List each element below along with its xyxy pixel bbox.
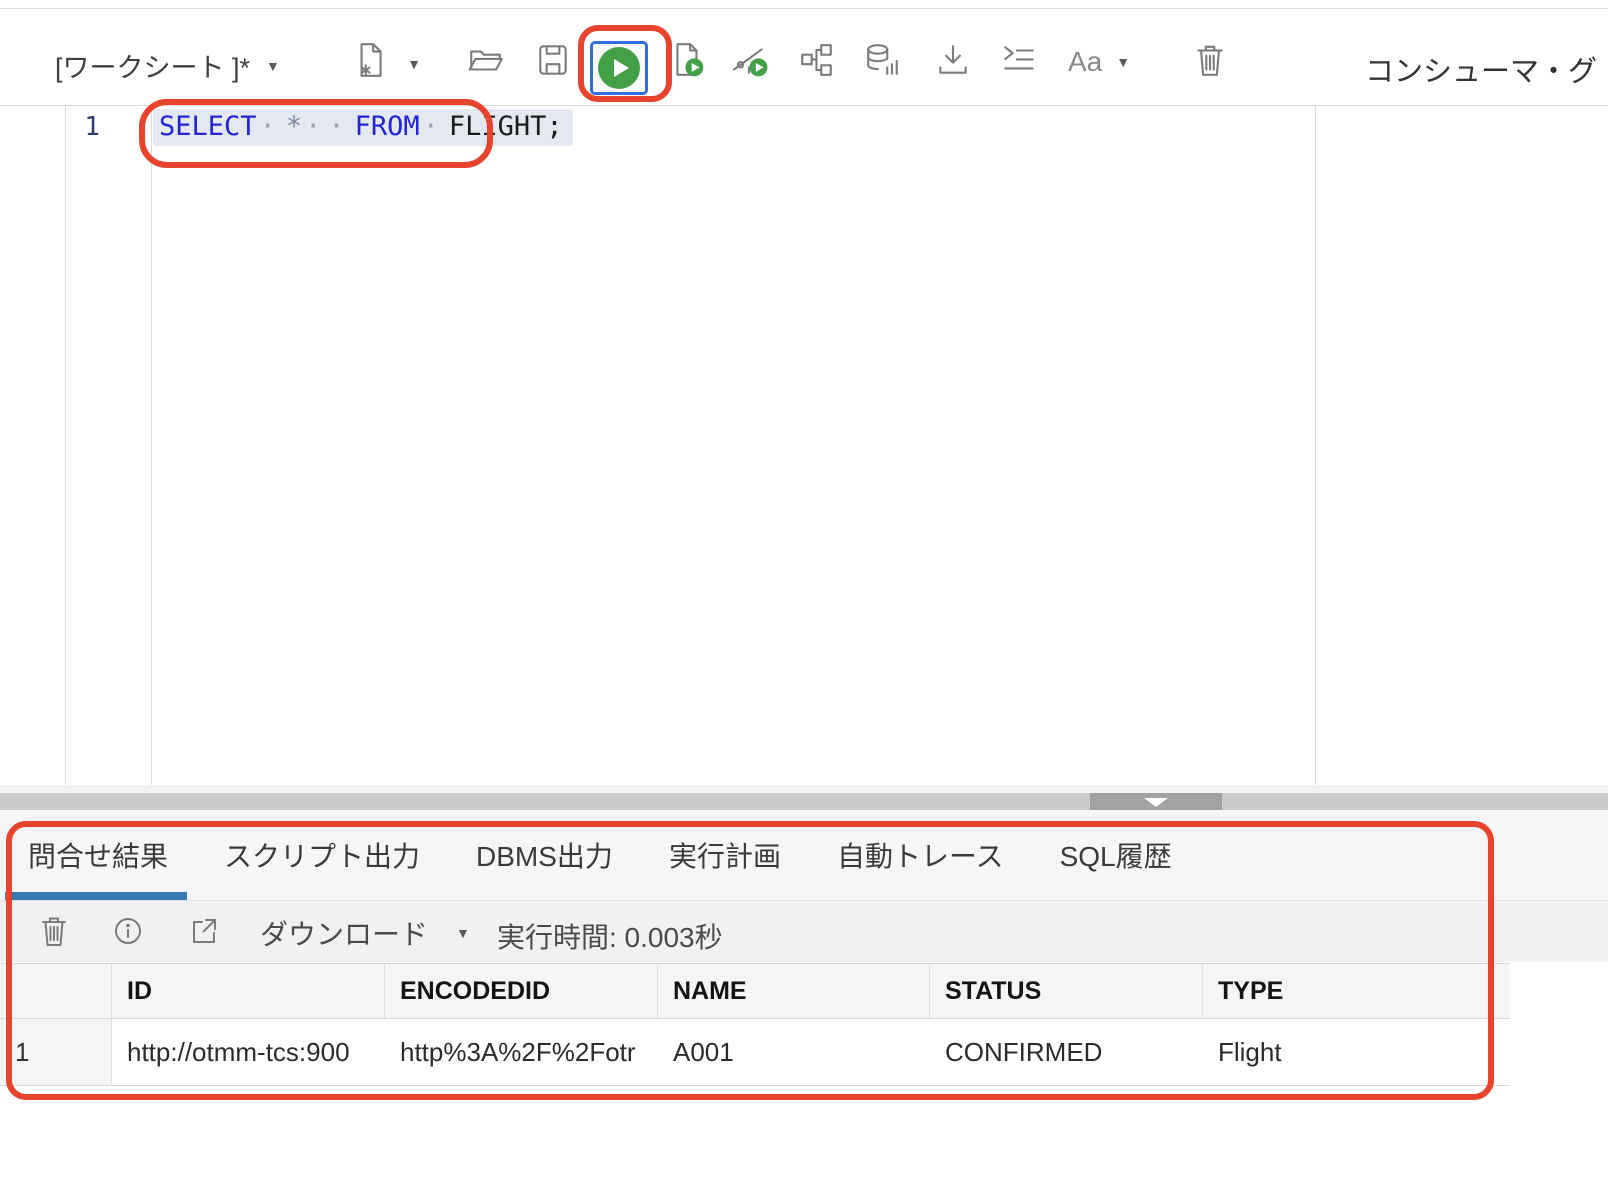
chevron-down-icon: ▼ <box>456 925 470 941</box>
worksheet-selector[interactable]: [ワークシート ]* ▼ <box>55 46 280 85</box>
line-number: 1 <box>72 112 100 142</box>
results-panel: 問合せ結果 スクリプト出力 DBMS出力 実行計画 自動トレース SQL履歴 <box>0 810 1608 1182</box>
sql-star: * <box>286 111 302 142</box>
new-file-button[interactable] <box>348 39 392 83</box>
sql-identifier: FLIGHT; <box>449 111 563 142</box>
download-icon <box>934 41 972 82</box>
header-divider <box>0 8 1608 9</box>
header-type[interactable]: TYPE <box>1203 964 1510 1019</box>
tab-sql-history[interactable]: SQL履歴 <box>1060 835 1172 875</box>
run-script-icon <box>669 41 707 82</box>
trash-icon <box>1191 41 1229 82</box>
cell-encodedid[interactable]: http%3A%2F%2Fotr <box>385 1019 658 1085</box>
table-header-row: ID ENCODEDID NAME STATUS TYPE <box>0 964 1510 1019</box>
table-row: 1 http://otmm-tcs:900 http%3A%2F%2Fotr A… <box>0 1019 1510 1085</box>
clear-worksheet-button[interactable] <box>1188 39 1232 83</box>
explain-plan-button[interactable] <box>795 39 839 83</box>
cell-name[interactable]: A001 <box>658 1019 930 1085</box>
open-external-icon <box>186 913 222 952</box>
sql-tuning-button[interactable] <box>861 39 905 83</box>
active-tab-indicator <box>5 892 187 900</box>
clear-results-button[interactable] <box>32 910 76 954</box>
worksheet-toolbar: [ワークシート ]* ▼ ▼ <box>0 10 1608 106</box>
cell-type[interactable]: Flight <box>1203 1019 1510 1085</box>
cell-rownum[interactable]: 1 <box>0 1019 112 1085</box>
explain-plan-icon <box>798 41 836 82</box>
open-folder-icon <box>467 41 505 82</box>
results-toolbar: ダウンロード ▼ 実行時間: 0.003秒 <box>0 901 1608 962</box>
sql-editor-line[interactable]: SELECT·*··FROM·FLIGHT; <box>153 109 573 146</box>
collapse-down-icon <box>1144 798 1168 807</box>
chevron-down-icon: ▼ <box>1116 54 1130 70</box>
header-encodedid[interactable]: ENCODEDID <box>385 964 658 1019</box>
trash-icon <box>36 913 72 952</box>
format-indent-icon <box>1000 41 1038 82</box>
header-id[interactable]: ID <box>112 964 385 1019</box>
run-play-icon <box>598 47 640 89</box>
header-name[interactable]: NAME <box>658 964 930 1019</box>
tab-dbms-output[interactable]: DBMS出力 <box>476 835 613 875</box>
whitespace-dot: ·· <box>305 111 352 142</box>
splitter-strip <box>0 785 1608 793</box>
consumer-group-label: コンシューマ・グ <box>1365 48 1608 90</box>
save-icon <box>534 41 572 82</box>
results-tabbar: 問合せ結果 スクリプト出力 DBMS出力 実行計画 自動トレース SQL履歴 <box>0 810 1608 900</box>
gutter-left-border <box>65 106 66 785</box>
sql-keyword: SELECT <box>159 111 257 142</box>
splitter-handle[interactable] <box>1090 793 1222 810</box>
download-button[interactable] <box>931 39 975 83</box>
font-size-icon: Aa <box>1068 46 1102 78</box>
font-size-button[interactable]: Aa ▼ <box>1068 46 1130 78</box>
autotrace-button[interactable] <box>728 39 772 83</box>
whitespace-dot: · <box>423 111 446 142</box>
gutter-right-border <box>151 106 152 785</box>
header-status[interactable]: STATUS <box>930 964 1203 1019</box>
info-icon <box>110 913 146 952</box>
database-stats-icon <box>864 41 902 82</box>
toolbar-divider <box>0 105 1608 106</box>
worksheet-title: [ワークシート ]* <box>55 46 250 85</box>
header-rownum[interactable] <box>0 964 112 1019</box>
tab-query-result[interactable]: 問合せ結果 <box>28 835 168 875</box>
chevron-down-icon: ▼ <box>407 56 421 72</box>
results-table: ID ENCODEDID NAME STATUS TYPE 1 http://o… <box>0 963 1510 1086</box>
autotrace-chart-icon <box>731 41 769 82</box>
splitter-bar[interactable] <box>0 793 1608 810</box>
info-button[interactable] <box>106 910 150 954</box>
format-button[interactable] <box>997 39 1041 83</box>
cell-id[interactable]: http://otmm-tcs:900 <box>112 1019 385 1085</box>
chevron-down-icon: ▼ <box>266 58 280 74</box>
elapsed-time-label: 実行時間: 0.003秒 <box>497 916 723 956</box>
sql-worksheet-window: [ワークシート ]* ▼ ▼ <box>0 0 1608 1182</box>
download-results-button[interactable]: ダウンロード ▼ <box>260 913 470 953</box>
tab-autotrace[interactable]: 自動トレース <box>837 835 1004 875</box>
whitespace-dot: · <box>260 111 283 142</box>
editor-right-divider <box>1315 106 1316 785</box>
run-statement-button[interactable] <box>590 41 648 95</box>
run-script-button[interactable] <box>666 39 710 83</box>
open-external-button[interactable] <box>182 910 226 954</box>
new-file-dropdown[interactable]: ▼ <box>402 52 426 76</box>
new-file-icon <box>351 41 389 82</box>
download-label: ダウンロード <box>260 913 428 953</box>
save-button[interactable] <box>531 39 575 83</box>
open-file-button[interactable] <box>464 39 508 83</box>
tab-script-output[interactable]: スクリプト出力 <box>224 835 420 875</box>
sql-keyword: FROM <box>355 111 420 142</box>
tab-execution-plan[interactable]: 実行計画 <box>669 835 781 875</box>
cell-status[interactable]: CONFIRMED <box>930 1019 1203 1085</box>
selected-sql-text: SELECT·*··FROM·FLIGHT; <box>153 109 573 146</box>
